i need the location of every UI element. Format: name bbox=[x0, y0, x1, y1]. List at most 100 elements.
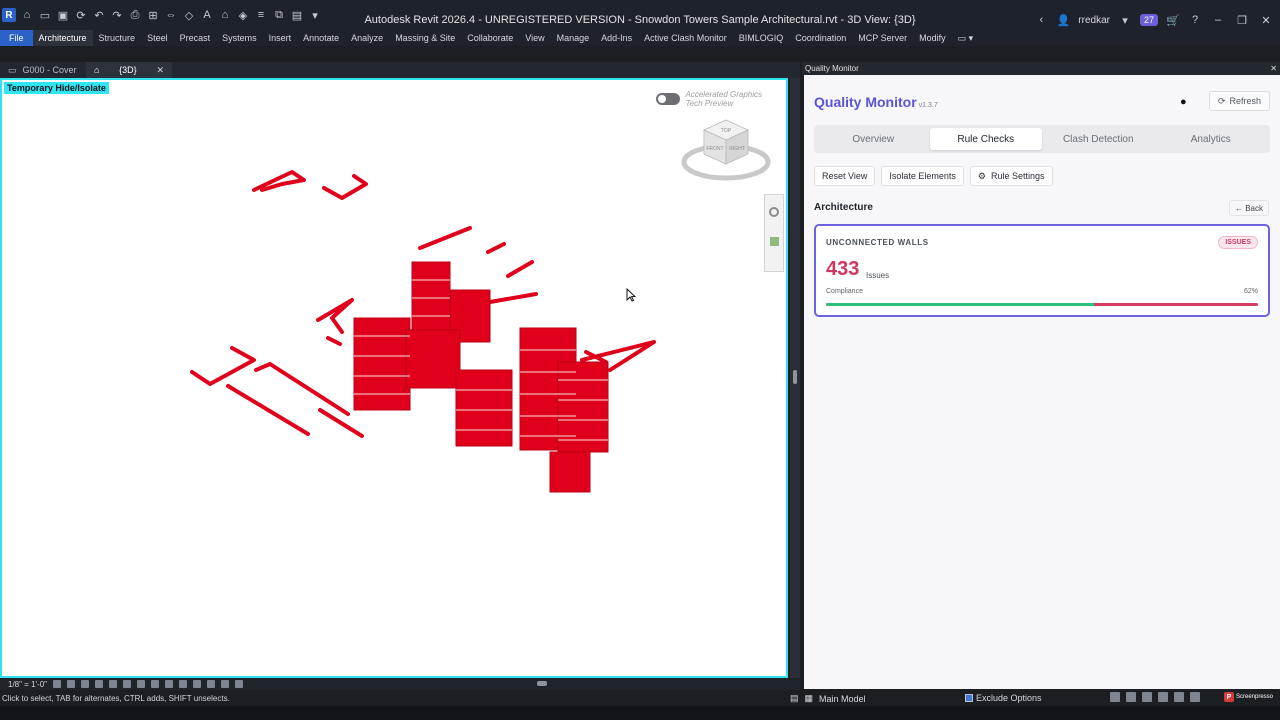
redo-icon[interactable]: ↷ bbox=[110, 8, 124, 22]
show-crop-icon[interactable] bbox=[137, 680, 146, 688]
ribbon-toggle-icon[interactable]: ▭ ▾ bbox=[952, 30, 980, 46]
select-by-face-icon[interactable] bbox=[1158, 692, 1168, 702]
ribbon-tab-active-clash-monitor[interactable]: Active Clash Monitor bbox=[638, 30, 733, 46]
analytical-icon[interactable] bbox=[221, 680, 230, 688]
ribbon-tab-systems[interactable]: Systems bbox=[216, 30, 263, 46]
close-hidden-icon[interactable]: ⧉ bbox=[272, 8, 286, 22]
drag-elements-icon[interactable] bbox=[1174, 692, 1184, 702]
section-icon[interactable]: ◈ bbox=[236, 8, 250, 22]
ribbon-tab-modify[interactable]: Modify bbox=[913, 30, 952, 46]
reset-view-button[interactable]: Reset View bbox=[814, 166, 876, 186]
scrollbar-thumb[interactable] bbox=[793, 370, 797, 384]
ribbon-tab-bimlogiq[interactable]: BIMLOGIQ bbox=[733, 30, 790, 46]
dimension-icon[interactable]: ⇔ bbox=[164, 8, 178, 22]
tab-overview[interactable]: Overview bbox=[817, 128, 930, 150]
ribbon-tab-steel[interactable]: Steel bbox=[141, 30, 174, 46]
crop-view-icon[interactable] bbox=[123, 680, 132, 688]
ribbon-tab-collaborate[interactable]: Collaborate bbox=[461, 30, 519, 46]
chevron-down-icon[interactable]: ▾ bbox=[1118, 13, 1132, 27]
ribbon-tab-precast[interactable]: Precast bbox=[174, 30, 217, 46]
switch-windows-icon[interactable]: ▤ bbox=[290, 8, 304, 22]
steering-wheel-icon[interactable] bbox=[769, 207, 779, 217]
ribbon-tab-annotate[interactable]: Annotate bbox=[297, 30, 345, 46]
tag-icon[interactable]: ◇ bbox=[182, 8, 196, 22]
3d-viewport[interactable]: Temporary Hide/Isolate Accelerated Graph… bbox=[0, 78, 788, 678]
view-tab-3d[interactable]: ⌂ {3D} ✕ bbox=[86, 62, 172, 78]
ribbon-tab-structure[interactable]: Structure bbox=[93, 30, 142, 46]
close-icon[interactable]: ✕ bbox=[156, 65, 164, 76]
ribbon-tab-analyze[interactable]: Analyze bbox=[345, 30, 389, 46]
view-cube[interactable]: TOP FRONT RIGHT bbox=[680, 114, 772, 188]
rule-settings-button[interactable]: ⚙ Rule Settings bbox=[969, 166, 1053, 186]
open-icon[interactable]: ▭ bbox=[38, 8, 52, 22]
worksharing-icon[interactable] bbox=[193, 680, 202, 688]
sync-icon[interactable]: ⟳ bbox=[74, 8, 88, 22]
view-tab-label: G000 - Cover bbox=[22, 65, 77, 75]
ribbon-tab-file[interactable]: File bbox=[0, 30, 33, 46]
constraints-icon[interactable] bbox=[235, 680, 244, 688]
view-scale[interactable]: 1/8" = 1'-0" bbox=[8, 680, 47, 689]
help-icon[interactable]: ? bbox=[1188, 13, 1202, 27]
notification-badge[interactable]: 27 bbox=[1139, 14, 1158, 26]
isolate-elements-button[interactable]: Isolate Elements bbox=[881, 166, 964, 186]
wall-segment bbox=[318, 408, 364, 438]
restore-icon[interactable]: ❐ bbox=[1234, 14, 1250, 27]
select-underlay-icon[interactable] bbox=[1126, 692, 1136, 702]
save-icon[interactable]: ▣ bbox=[56, 8, 70, 22]
share-icon[interactable]: ‹ bbox=[1034, 13, 1048, 27]
customize-qat-icon[interactable]: ▾ bbox=[308, 8, 322, 22]
print-icon[interactable]: ⎙ bbox=[128, 8, 142, 22]
ribbon-tabs: File Architecture Structure Steel Precas… bbox=[0, 30, 1280, 46]
accelerated-graphics-toggle[interactable] bbox=[655, 93, 680, 105]
minimize-icon[interactable]: – bbox=[1210, 14, 1226, 26]
isolated-walls-model[interactable] bbox=[2, 80, 786, 676]
render-icon[interactable] bbox=[109, 680, 118, 688]
ribbon-tab-mcp-server[interactable]: MCP Server bbox=[852, 30, 913, 46]
tab-rule-checks[interactable]: Rule Checks bbox=[929, 128, 1042, 150]
exclude-options-checkbox[interactable] bbox=[965, 694, 973, 702]
active-model[interactable]: ▤ ▦ Main Model bbox=[790, 693, 866, 704]
visual-style-icon[interactable] bbox=[67, 680, 76, 688]
select-pinned-icon[interactable] bbox=[1142, 692, 1152, 702]
viewport-vertical-scrollbar[interactable] bbox=[790, 78, 800, 678]
3d-view-icon[interactable]: ⌂ bbox=[218, 8, 232, 22]
user-name[interactable]: rredkar bbox=[1078, 15, 1110, 26]
lock-view-icon[interactable] bbox=[151, 680, 160, 688]
ribbon-tab-add-ins[interactable]: Add-Ins bbox=[595, 30, 638, 46]
ribbon-tab-massing-site[interactable]: Massing & Site bbox=[389, 30, 461, 46]
refresh-button[interactable]: ⟳ Refresh bbox=[1209, 91, 1271, 111]
exclude-options[interactable]: Exclude Options bbox=[965, 693, 1042, 703]
home-icon[interactable]: ⌂ bbox=[20, 8, 34, 22]
rule-card-unconnected-walls[interactable]: UNCONNECTED WALLS ISSUES 433 Issues Comp… bbox=[814, 224, 1270, 317]
close-icon[interactable]: ✕ bbox=[1258, 14, 1274, 27]
ribbon-tab-manage[interactable]: Manage bbox=[551, 30, 596, 46]
view-tab-cover[interactable]: ▭ G000 - Cover bbox=[0, 62, 86, 78]
viewport-horizontal-scrollbar[interactable] bbox=[537, 681, 547, 686]
cart-icon[interactable]: 🛒 bbox=[1166, 13, 1180, 27]
home-icon: ⌂ bbox=[94, 65, 100, 75]
revit-logo[interactable]: R bbox=[2, 8, 16, 22]
undo-icon[interactable]: ↶ bbox=[92, 8, 106, 22]
ribbon-tab-architecture[interactable]: Architecture bbox=[32, 30, 93, 46]
select-links-icon[interactable] bbox=[1110, 692, 1120, 702]
filter-icon[interactable] bbox=[1190, 692, 1200, 702]
tab-clash-detection[interactable]: Clash Detection bbox=[1042, 128, 1155, 150]
theme-toggle-moon-icon[interactable]: ● bbox=[1180, 96, 1192, 108]
text-icon[interactable]: A bbox=[200, 8, 214, 22]
zoom-icon[interactable] bbox=[770, 237, 779, 246]
measure-icon[interactable]: ⊞ bbox=[146, 8, 160, 22]
ribbon-tab-view[interactable]: View bbox=[519, 30, 550, 46]
ribbon-tab-coordination[interactable]: Coordination bbox=[789, 30, 852, 46]
highlight-icon[interactable] bbox=[207, 680, 216, 688]
thin-lines-icon[interactable]: ≡ bbox=[254, 8, 268, 22]
ribbon-tab-insert[interactable]: Insert bbox=[263, 30, 298, 46]
tab-analytics[interactable]: Analytics bbox=[1155, 128, 1268, 150]
detail-level-icon[interactable] bbox=[53, 680, 62, 688]
user-icon[interactable]: 👤 bbox=[1056, 13, 1070, 27]
shadows-icon[interactable] bbox=[95, 680, 104, 688]
temporary-hide-icon[interactable] bbox=[165, 680, 174, 688]
close-icon[interactable]: ✕ bbox=[1270, 64, 1277, 73]
sun-path-icon[interactable] bbox=[81, 680, 90, 688]
back-button[interactable]: ← Back bbox=[1229, 200, 1270, 216]
reveal-hidden-icon[interactable] bbox=[179, 680, 188, 688]
